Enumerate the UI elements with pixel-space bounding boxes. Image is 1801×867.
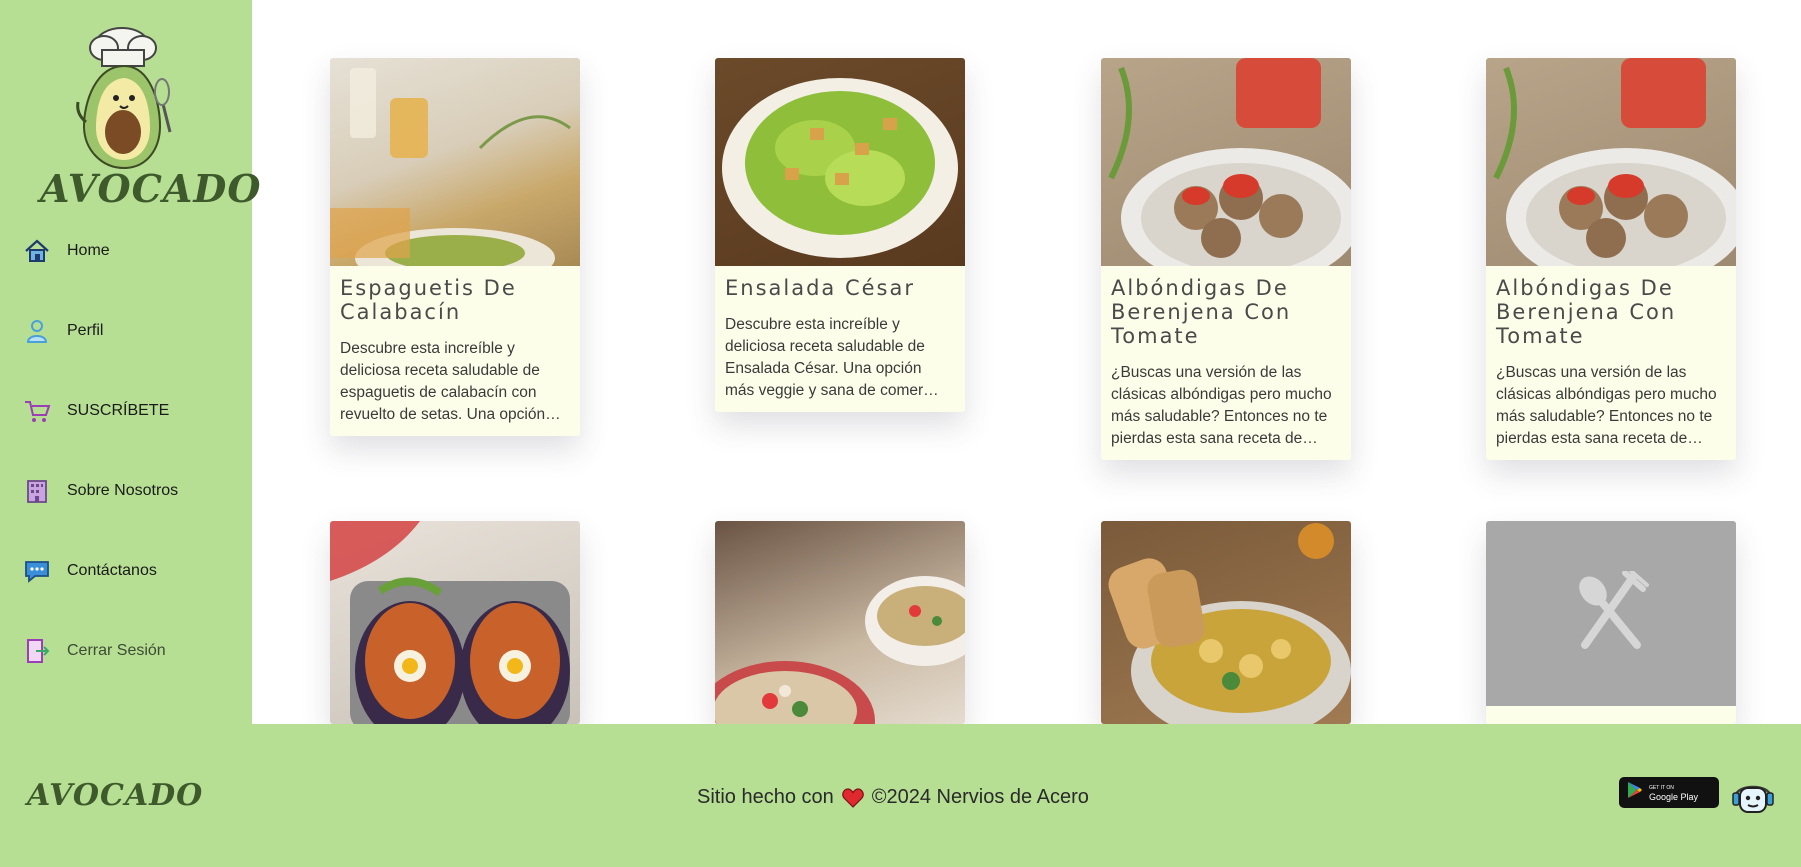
recipe-title: Albóndigas De Berenjena Con Tomate [1496, 276, 1677, 348]
recipe-image [1486, 58, 1736, 266]
heart-icon [841, 787, 864, 808]
sidebar-item-label: Contáctanos [67, 562, 157, 579]
sidebar-logo-text: AVOCADO [40, 166, 262, 211]
recipe-image [1101, 521, 1351, 724]
sidebar-item-label: Cerrar Sesión [67, 642, 166, 659]
recipe-image-placeholder [1486, 521, 1736, 706]
recipe-description: Descubre esta increíble y deliciosa rece… [725, 316, 925, 399]
building-icon [22, 476, 52, 506]
recipe-body: Albóndigas De Berenjena Con Tomate ¿Busc… [1486, 266, 1736, 460]
recipe-title: Espaguetis De Calabacín [340, 276, 517, 324]
recipe-title: Ensalada César [725, 276, 915, 300]
recipe-card[interactable] [715, 521, 965, 724]
sidebar-item-label: Home [67, 242, 110, 259]
chat-icon [22, 556, 52, 586]
sidebar-item-label: Perfil [67, 322, 104, 339]
sidebar-item-label: Sobre Nosotros [67, 482, 179, 499]
google-play-badge[interactable]: GET IT ON Google Play [1619, 777, 1719, 808]
sidebar-item-sobre-nosotros[interactable]: Sobre Nosotros [22, 471, 242, 511]
sidebar-item-suscribete[interactable]: SUSCRÍBETE [22, 391, 242, 431]
recipe-card[interactable] [1101, 521, 1351, 724]
footer-copyright: ©2024 Nervios de Acero [871, 786, 1089, 808]
recipe-description: ¿Buscas una versión de las clásicas albó… [1496, 364, 1717, 447]
cutlery-icon [1567, 569, 1655, 656]
sidebar-item-contactanos[interactable]: Contáctanos [22, 551, 242, 591]
sidebar: AVOCADO Home Perfil SUSCRÍBETE Sobre Nos… [0, 0, 260, 724]
footer-credits: Sitio hecho con ©2024 Nervios de Acero [697, 786, 1089, 809]
recipe-description: Descubre esta increíble y deliciosa rece… [340, 340, 561, 423]
recipe-image [330, 58, 580, 266]
sidebar-item-home[interactable]: Home [22, 231, 242, 271]
recipe-image [715, 58, 965, 266]
google-play-label: Google Play [1649, 791, 1699, 802]
recipe-image [715, 521, 965, 724]
sidebar-item-label: SUSCRÍBETE [67, 402, 170, 419]
chatbot-icon[interactable] [1732, 776, 1774, 816]
recipe-card[interactable] [1486, 521, 1736, 724]
recipe-title: Albóndigas De Berenjena Con Tomate [1111, 276, 1292, 348]
recipe-card[interactable]: Ensalada César Descubre esta increíble y… [715, 58, 965, 412]
sidebar-item-cerrar-sesion[interactable]: Cerrar Sesión [22, 631, 242, 671]
recipe-card[interactable]: Albóndigas De Berenjena Con Tomate ¿Busc… [1101, 58, 1351, 460]
recipe-body: Albóndigas De Berenjena Con Tomate ¿Busc… [1101, 266, 1351, 460]
recipe-body: Ensalada César Descubre esta increíble y… [715, 266, 965, 412]
recipe-card[interactable]: Albóndigas De Berenjena Con Tomate ¿Busc… [1486, 58, 1736, 460]
google-play-icon [1627, 781, 1643, 804]
home-icon [22, 236, 52, 266]
recipe-image [330, 521, 580, 724]
recipe-image [1101, 58, 1351, 266]
footer: AVOCADO Sitio hecho con ©2024 Nervios de… [0, 724, 1801, 867]
cart-icon [22, 396, 52, 426]
footer-made-with: Sitio hecho con [697, 786, 834, 808]
recipe-card[interactable]: Espaguetis De Calabacín Descubre esta in… [330, 58, 580, 436]
sidebar-item-perfil[interactable]: Perfil [22, 311, 242, 351]
recipe-card[interactable] [330, 521, 580, 724]
google-play-text: GET IT ON Google Play [1649, 784, 1698, 802]
footer-logo: AVOCADO [27, 778, 204, 813]
logout-icon [22, 636, 52, 666]
app-root: AVOCADO Home Perfil SUSCRÍBETE Sobre Nos… [0, 0, 1801, 867]
recipe-description: ¿Buscas una versión de las clásicas albó… [1111, 364, 1332, 447]
user-icon [22, 316, 52, 346]
recipe-body: Espaguetis De Calabacín Descubre esta in… [330, 266, 580, 436]
